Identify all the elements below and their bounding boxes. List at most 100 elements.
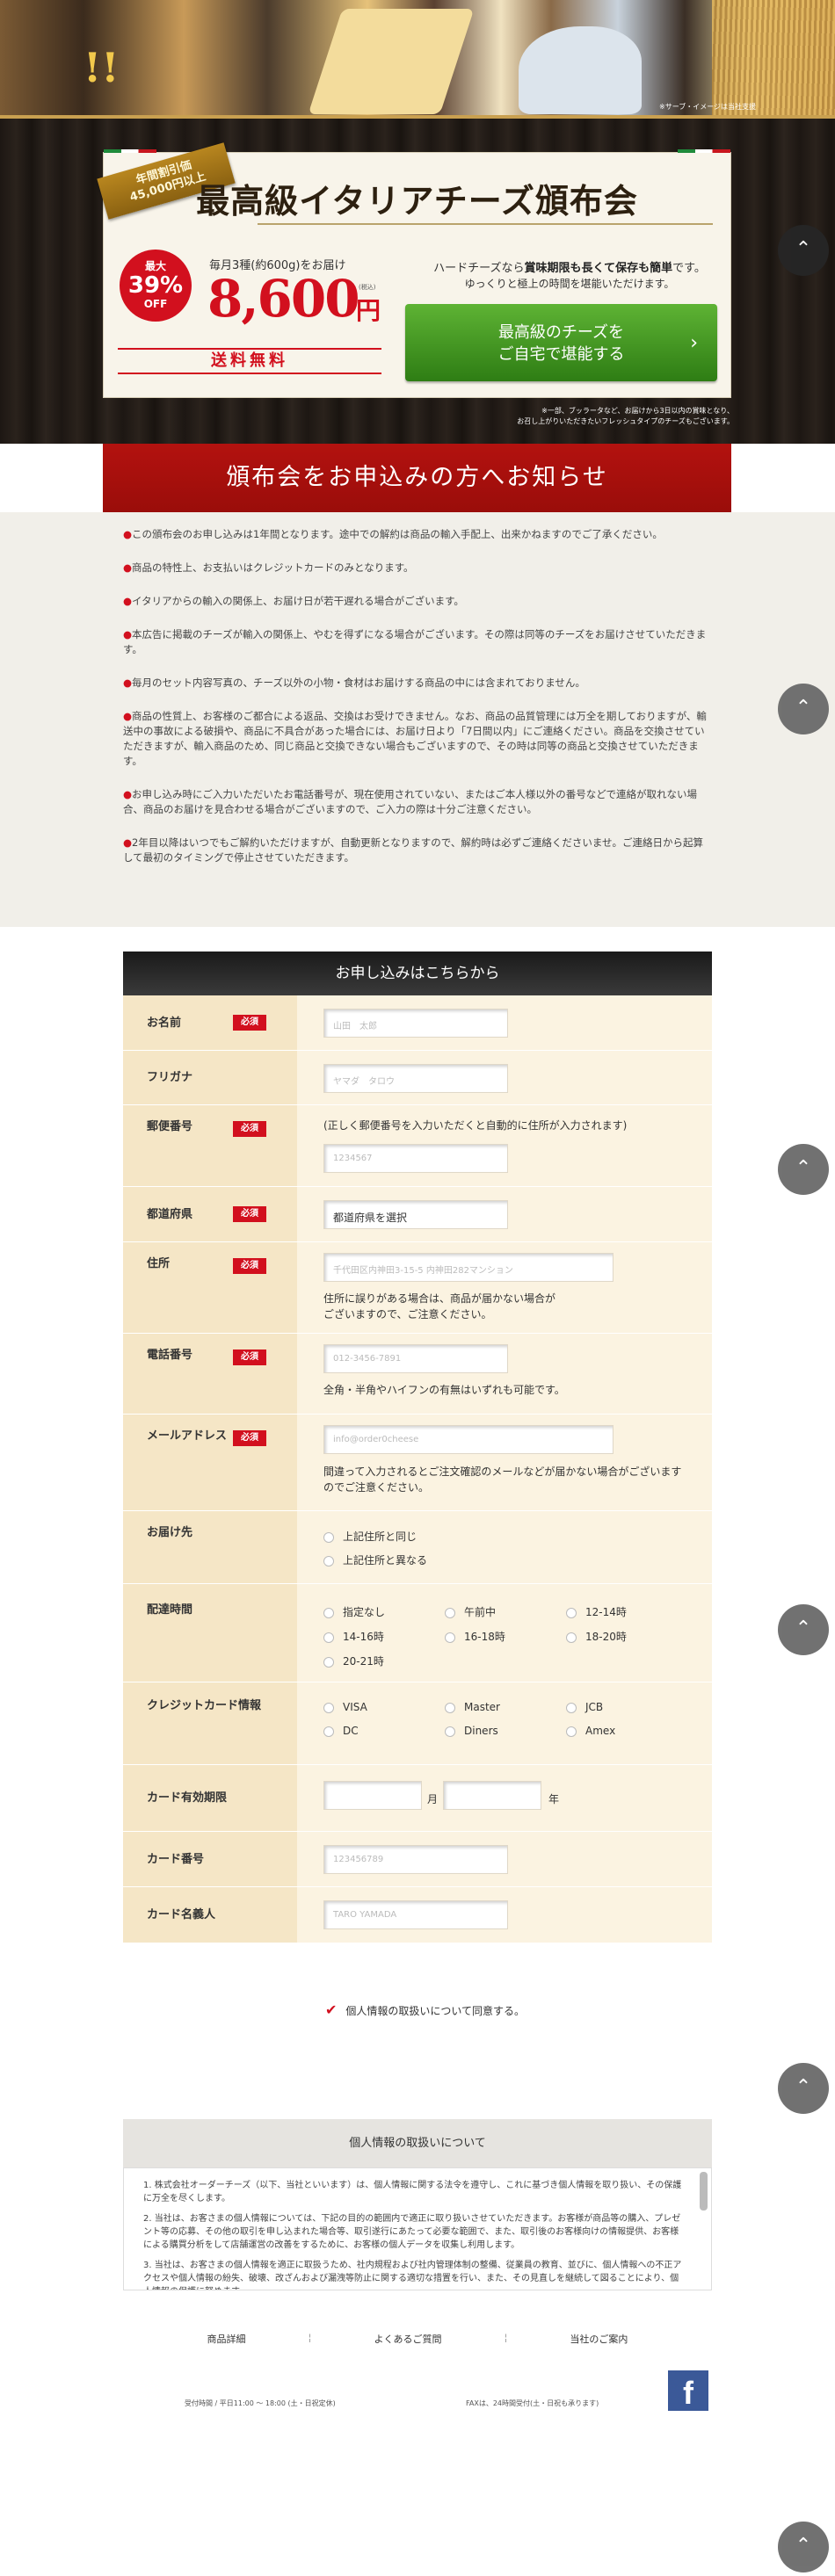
card-option-visa[interactable]: VISA [323, 1701, 367, 1713]
tel-label: 電話番号 必須 [123, 1334, 297, 1414]
hard-cheese-post: です。 [672, 262, 706, 275]
zip-label: 郵便番号 必須 [123, 1105, 297, 1186]
order-form: お名前 必須 山田 太郎 フリガナ ヤマダ タロウ 郵便番号 必須 (正しく郵便番号… [123, 995, 712, 1943]
zip-input[interactable]: 1234567 [323, 1144, 508, 1173]
scroll-top-button[interactable]: ⌃ [778, 225, 829, 276]
address-input[interactable]: 千代田区内神田3-15-5 内神田282マンション [323, 1253, 614, 1282]
price-unit: 円 [356, 296, 381, 325]
mail-label: メールアドレス 必須 [123, 1415, 297, 1510]
radio-icon [445, 1702, 455, 1713]
kana-label: フリガナ [123, 1051, 297, 1104]
name-label: お名前 必須 [123, 995, 297, 1050]
expiry-month-input[interactable] [323, 1781, 422, 1810]
radio-icon [323, 1555, 334, 1567]
time-option[interactable]: 12-14時 [566, 1604, 627, 1619]
form-row-pref: 都道府県 必須 都道府県を選択 [123, 1187, 712, 1242]
card-option-jcb[interactable]: JCB [566, 1701, 603, 1713]
zip-hint: (正しく郵便番号を入力いただくと自動的に住所が入力されます) [323, 1119, 628, 1132]
scroll-top-button[interactable]: ⌃ [778, 1604, 829, 1655]
address-hint: 住所に誤りがある場合は、商品が届かない場合が ございますので、ご注意ください。 [323, 1292, 556, 1321]
discount-badge: 最大 39% OFF [120, 250, 192, 322]
form-row-card-holder: カード名義人 TARO YAMADA [123, 1887, 712, 1943]
expiry-year-unit: 年 [548, 1793, 560, 1805]
card-option-diners[interactable]: Diners [445, 1725, 498, 1737]
footnote-line2: お召し上がりいただきたいフレッシュタイプのチーズもございます。 [517, 417, 734, 425]
cta-line2: ご自宅で堪能する [497, 345, 625, 364]
fax-note: FAXは、24時間受付(土・日祝も承ります) [466, 2399, 599, 2407]
privacy-agree-checkbox[interactable]: ✔ 個人情報の取扱いについて同意する。 [325, 2001, 525, 2018]
expiry-year-input[interactable] [443, 1781, 541, 1810]
pasta-image [712, 0, 835, 119]
address-label: 住所 必須 [123, 1242, 297, 1333]
time-option[interactable]: 20-21時 [323, 1653, 384, 1668]
discount-value: 39% [127, 272, 184, 299]
agree-label: 個人情報の取扱いについて同意する。 [345, 2005, 526, 2017]
order-cta-button[interactable]: 最高級のチーズを ご自宅で堪能する › [405, 304, 717, 381]
hard-cheese-pre: ハードチーズなら [433, 262, 525, 275]
notice-item: ●毎月のセット内容写真の、チーズ以外の小物・食材はお届けする商品の中には含まれて… [123, 677, 585, 689]
form-row-delivery-time: 配達時間 指定なし 午前中 12-14時 14-16時 16-18時 18-20… [123, 1584, 712, 1682]
scrollbar-thumb[interactable] [700, 2172, 708, 2211]
required-badge: 必須 [233, 1430, 266, 1446]
kana-input[interactable]: ヤマダ タロウ [323, 1064, 508, 1093]
radio-icon [323, 1702, 334, 1713]
card-holder-input[interactable]: TARO YAMADA [323, 1900, 508, 1929]
tax-note: (税込) [359, 284, 376, 291]
time-option[interactable]: 16-18時 [445, 1629, 505, 1644]
tel-input[interactable]: 012-3456-7891 [323, 1344, 508, 1373]
mail-hint: 間違って入力されるとご注文確認のメールなどが届かない場合がございます のでご注意く… [323, 1465, 682, 1494]
business-hours: 受付時間 / 平日11:00 〜 18:00 (土・日祝定休) [185, 2399, 336, 2407]
scroll-top-button[interactable]: ⌃ [778, 2522, 829, 2572]
radio-icon [566, 1726, 577, 1737]
radio-icon [323, 1607, 334, 1618]
hero-section: !! ※サーブ・イメージは当社支援 年間割引価 45,000円以上 最高級イタリ… [0, 0, 835, 444]
time-option[interactable]: 18-20時 [566, 1629, 627, 1644]
hard-cheese-subtext: ゆっくりと極上の時間を堪能いただけます。 [464, 278, 675, 290]
card-option-master[interactable]: Master [445, 1701, 500, 1713]
gold-divider [0, 115, 835, 119]
time-option[interactable]: 指定なし [323, 1604, 385, 1619]
privacy-scroll-box[interactable]: 1. 株式会社オーダーチーズ（以下、当社といいます）は、個人情報に関する法令を遵… [123, 2167, 712, 2290]
discount-prefix: 最大 [144, 260, 166, 272]
cheese-wedge-image [308, 9, 475, 114]
form-row-kana: フリガナ ヤマダ タロウ [123, 1051, 712, 1105]
footer-link-products[interactable]: 商品詳細 [207, 2332, 246, 2346]
footer-nav: 商品詳細 ¦ よくあるご質問 ¦ 当社のご案内 [176, 2332, 659, 2346]
notice-item: ●お申し込み時にご入力いただいたお電話番号が、現在使用されていない、またはご本人… [123, 788, 698, 815]
checkmark-icon: ✔ [325, 2001, 338, 2018]
destination-label: お届け先 [123, 1511, 297, 1583]
footer-link-company[interactable]: 当社のご案内 [570, 2332, 628, 2346]
email-input[interactable]: info@order0cheese [323, 1425, 614, 1454]
form-row-card: クレジットカード情報 VISA Master JCB DC Diners Ame… [123, 1682, 712, 1765]
notice-item: ●本広告に掲載のチーズが輸入の関係上、やむを得ずになる場合がございます。その際は… [123, 628, 707, 655]
card-option-dc[interactable]: DC [323, 1725, 359, 1737]
scroll-top-button[interactable]: ⌃ [778, 2063, 829, 2114]
radio-icon [323, 1632, 334, 1643]
dest-option-different[interactable]: 上記住所と異なる [323, 1552, 427, 1567]
facebook-icon[interactable]: f [668, 2370, 708, 2411]
cheese-photo-banner: !! ※サーブ・イメージは当社支援 [0, 0, 835, 119]
scroll-top-button[interactable]: ⌃ [778, 684, 829, 734]
footer-link-faq[interactable]: よくあるご質問 [374, 2332, 441, 2346]
card-number-label: カード番号 [123, 1832, 297, 1886]
card-option-amex[interactable]: Amex [566, 1725, 615, 1737]
notice-list: ●この頒布会のお申し込みは1年間となります。途中での解約は商品の輸入手配上、出来… [123, 527, 712, 884]
discount-suffix: OFF [143, 298, 168, 310]
form-row-mail: メールアドレス 必須 info@order0cheese 間違って入力されるとご注… [123, 1415, 712, 1511]
chevron-right-icon: › [690, 332, 698, 354]
notice-item: ●2年目以降はいつでもご解約いただけますが、自動更新となりますので、解約時は必ず… [123, 836, 703, 864]
name-input[interactable]: 山田 太郎 [323, 1009, 508, 1038]
radio-icon [323, 1726, 334, 1737]
prefecture-select[interactable]: 都道府県を選択 [323, 1200, 508, 1229]
time-option[interactable]: 午前中 [445, 1604, 496, 1619]
notice-item: ●商品の特性上、お支払いはクレジットカードのみとなります。 [123, 561, 414, 574]
dest-option-same[interactable]: 上記住所と同じ [323, 1529, 417, 1544]
form-row-zip: 郵便番号 必須 (正しく郵便番号を入力いただくと自動的に住所が入力されます) 12… [123, 1105, 712, 1187]
italian-flag-stripe [104, 149, 156, 153]
card-number-input[interactable]: 123456789 [323, 1845, 508, 1874]
time-option[interactable]: 14-16時 [323, 1629, 384, 1644]
radio-icon [323, 1656, 334, 1668]
expiry-label: カード有効期限 [123, 1765, 297, 1831]
title-divider [258, 223, 713, 225]
scroll-top-button[interactable]: ⌃ [778, 1144, 829, 1195]
